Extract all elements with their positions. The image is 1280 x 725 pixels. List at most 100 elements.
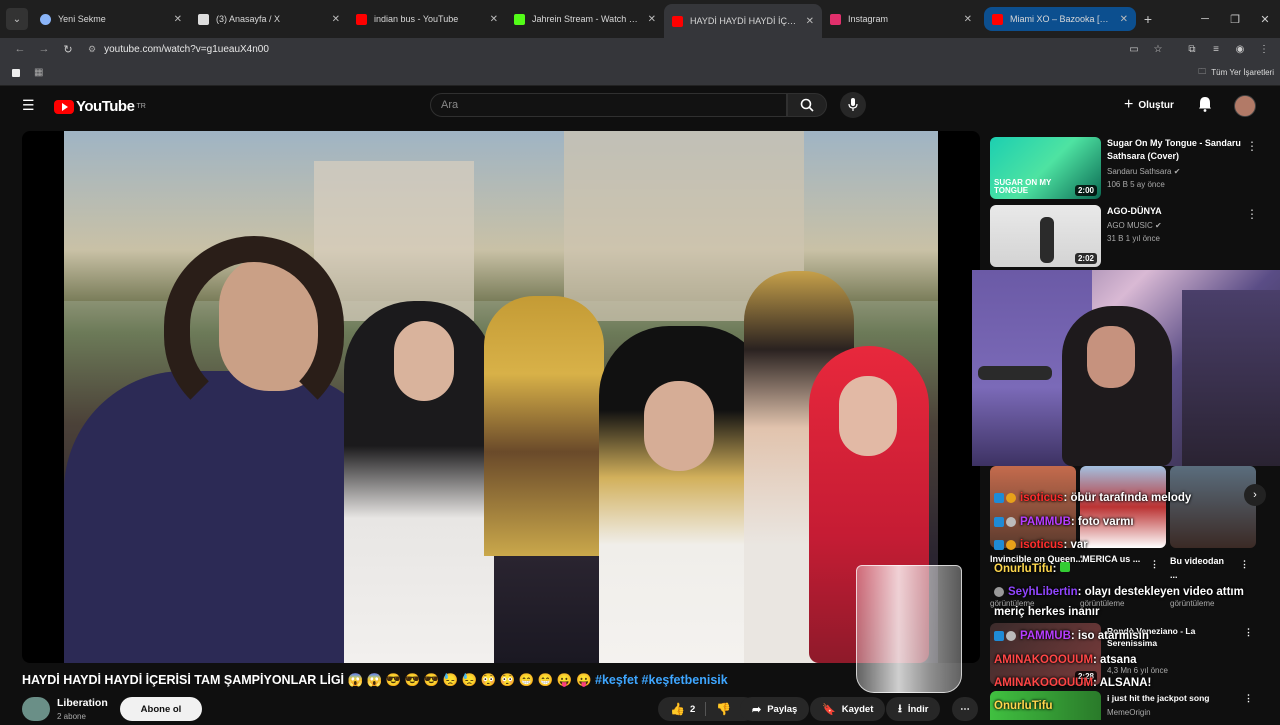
more-options-icon[interactable]: ⋮ <box>1246 207 1258 221</box>
short-title[interactable]: 'MERICA us ... <box>1080 554 1140 564</box>
short-thumbnail[interactable] <box>1170 466 1256 548</box>
tab-x[interactable]: (3) Anasayfa / X ✕ <box>190 4 348 34</box>
close-tab-icon[interactable]: ✕ <box>332 14 340 25</box>
shorts-next-arrow-icon[interactable]: › <box>1244 484 1266 506</box>
channel-avatar[interactable] <box>22 697 50 721</box>
close-window-icon[interactable]: ✕ <box>1250 13 1280 26</box>
hair <box>164 236 344 426</box>
like-icon[interactable]: 👍 <box>670 702 685 716</box>
thumbnail-figure <box>1040 217 1054 263</box>
chrome-icon <box>40 13 51 25</box>
reload-icon[interactable]: ↻ <box>56 43 80 56</box>
channel-name[interactable]: Sandaru Sathsara ✔ <box>1107 167 1180 176</box>
download-label: İndir <box>907 703 929 715</box>
tab-kick-stream[interactable]: Jahrein Stream - Watch Live on ✕ <box>506 4 664 34</box>
back-icon[interactable]: ← <box>8 43 32 55</box>
microphone-arm <box>978 366 1052 380</box>
tab-miami-xo[interactable]: Miami XO – Bazooka [Rest in p ✕ <box>984 7 1136 31</box>
chat-message: OnurluTifu: <box>994 562 1070 575</box>
like-count[interactable]: 2 <box>690 704 695 715</box>
profile-icon[interactable]: ◉ <box>1228 44 1252 55</box>
video-meta: 4,3 Mn 6 yıl önce <box>1107 666 1168 675</box>
tab-new-tab[interactable]: Yeni Sekme ✕ <box>32 4 190 34</box>
forward-icon[interactable]: → <box>32 43 56 55</box>
cast-icon[interactable]: ▭ <box>1122 44 1146 55</box>
bookmark-star-icon[interactable]: ☆ <box>1146 44 1170 55</box>
voice-search-button[interactable] <box>840 92 866 118</box>
all-bookmarks-folder[interactable]: 🗀 Tüm Yer İşaretleri <box>1198 66 1274 80</box>
subscribe-button[interactable]: Abone ol <box>120 697 202 721</box>
close-tab-icon[interactable]: ✕ <box>174 14 182 25</box>
close-tab-icon[interactable]: ✕ <box>806 16 814 27</box>
verified-icon: ✔ <box>1155 221 1162 230</box>
new-tab-button[interactable]: + <box>1136 11 1160 27</box>
tab-current-video[interactable]: HAYDİ HAYDİ HAYDİ İÇERİSİ TA ✕ <box>664 4 822 38</box>
more-options-icon[interactable]: ⋮ <box>1240 559 1249 570</box>
account-avatar[interactable] <box>1234 95 1256 117</box>
close-tab-icon[interactable]: ✕ <box>648 14 656 25</box>
video-title[interactable]: Sugar On My Tongue - Sandaru Sathsara (C… <box>1107 137 1247 163</box>
video-player[interactable] <box>22 131 980 663</box>
save-button[interactable]: 🔖 Kaydet <box>810 697 886 721</box>
download-button[interactable]: ⭳ İndir <box>886 697 941 721</box>
video-duration: 2:00 <box>1074 185 1097 196</box>
search-input[interactable]: Ara <box>430 93 787 117</box>
face <box>839 376 897 456</box>
microphone-icon <box>848 98 858 111</box>
create-button[interactable]: + Oluştur <box>1124 94 1174 116</box>
close-tab-icon[interactable]: ✕ <box>490 14 498 25</box>
video-hashtags[interactable]: #keşfet #keşfetbenisik <box>595 673 728 687</box>
restore-icon[interactable]: ❐ <box>1220 13 1250 26</box>
media-controls-icon[interactable]: ≡ <box>1204 44 1228 55</box>
more-options-icon[interactable]: ⋮ <box>1246 139 1258 153</box>
dislike-icon[interactable]: 👎 <box>716 702 731 716</box>
channel-name[interactable]: AGO MUSIC ✔ <box>1107 221 1162 230</box>
short-thumbnail[interactable] <box>990 466 1076 548</box>
video-thumbnail[interactable]: SUGAR ON MY TONGUE 2:00 <box>990 137 1101 199</box>
chat-text: : olayı destekleyen video attım <box>1077 586 1244 598</box>
minimize-icon[interactable]: ─ <box>1190 13 1220 25</box>
apps-grid-icon[interactable]: ▦ <box>34 67 43 78</box>
recommended-video[interactable]: 2:02 AGO-DÜNYA AGO MUSIC ✔ 31 B 1 yıl ön… <box>990 205 1280 271</box>
hamburger-menu-icon[interactable]: ☰ <box>22 97 35 114</box>
close-tab-icon[interactable]: ✕ <box>1120 14 1128 25</box>
chat-username: AMINAKOOOUUM <box>994 654 1094 666</box>
chat-message: isoticus: var <box>994 539 1088 551</box>
short-thumbnail[interactable] <box>1080 466 1166 548</box>
notifications-button[interactable] <box>1198 96 1212 117</box>
tab-title: indian bus - YouTube <box>374 14 459 24</box>
extensions-icon[interactable]: ⧉ <box>1180 44 1204 55</box>
search-button[interactable] <box>787 93 827 117</box>
video-title[interactable]: i just hit the jackpot song <box>1107 693 1209 703</box>
tab-youtube-indian-bus[interactable]: indian bus - YouTube ✕ <box>348 4 506 34</box>
address-bar[interactable]: ⚙ youtube.com/watch?v=g1ueauX4n00 <box>88 38 1168 60</box>
channel-name-text: AGO MUSIC <box>1107 221 1153 230</box>
tab-instagram[interactable]: Instagram ✕ <box>822 4 980 34</box>
person-pharaoh <box>484 296 604 556</box>
share-button[interactable]: ➦ Paylaş <box>740 697 810 721</box>
video-frame[interactable] <box>64 131 938 663</box>
kick-icon <box>514 13 525 25</box>
video-thumbnail[interactable]: 2:02 <box>990 205 1101 267</box>
channel-name[interactable]: Liberation <box>57 697 108 709</box>
video-duration: 2:02 <box>1074 253 1097 264</box>
tab-groups-icon[interactable] <box>12 68 20 77</box>
create-label: Oluştur <box>1138 99 1174 111</box>
video-meta: 31 B 1 yıl önce <box>1107 234 1160 243</box>
window-controls: ─ ❐ ✕ <box>1190 0 1280 38</box>
more-options-icon[interactable]: ⋮ <box>1244 627 1253 638</box>
channel-name[interactable]: MemeOrigin <box>1107 708 1151 717</box>
more-options-icon[interactable]: ⋮ <box>1244 693 1253 704</box>
video-title[interactable]: AGO-DÜNYA <box>1107 205 1247 218</box>
tab-search-button[interactable]: ⌄ <box>6 8 28 30</box>
recommended-video[interactable]: SUGAR ON MY TONGUE 2:00 Sugar On My Tong… <box>990 137 1280 203</box>
short-title[interactable]: Bu videodan ... <box>1170 554 1230 582</box>
site-info-icon[interactable]: ⚙ <box>88 44 96 55</box>
youtube-logo[interactable]: YouTube TR <box>54 98 146 115</box>
close-tab-icon[interactable]: ✕ <box>964 14 972 25</box>
more-actions-button[interactable]: ⋯ <box>952 697 978 721</box>
bookmarks-bar: ▦ 🗀 Tüm Yer İşaretleri <box>0 60 1280 86</box>
menu-icon[interactable]: ⋮ <box>1252 44 1276 55</box>
more-options-icon[interactable]: ⋮ <box>1150 559 1159 570</box>
bookmarks-folder-label: Tüm Yer İşaretleri <box>1211 68 1274 77</box>
